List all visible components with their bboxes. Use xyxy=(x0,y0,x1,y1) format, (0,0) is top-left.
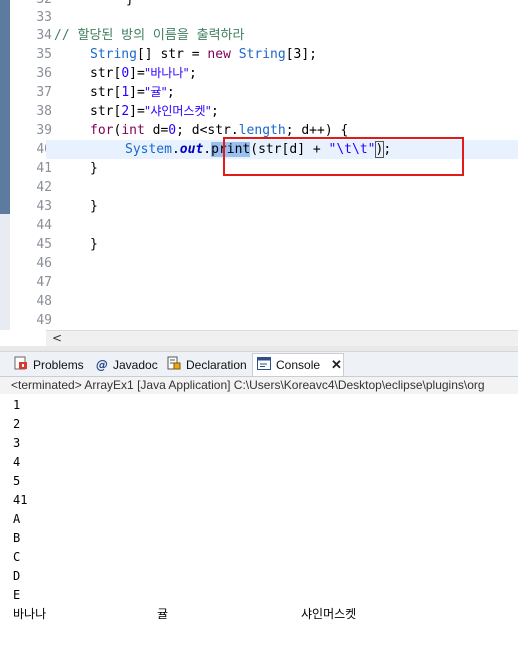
tab-label: Console xyxy=(276,358,321,372)
console-icon xyxy=(257,357,271,373)
line-number: 43 xyxy=(36,199,52,214)
console-line: C xyxy=(13,550,21,564)
console-description: <terminated> ArrayEx1 [Java Application]… xyxy=(0,377,518,394)
line-number: 38 xyxy=(36,104,52,119)
console-output[interactable]: 1 2 3 4 5 41 A B C D E 바나나 귤 샤인머스켓 xyxy=(0,396,518,659)
line-number: 33 xyxy=(36,10,52,25)
tab-javadoc[interactable]: @ Javadoc xyxy=(92,353,162,376)
ruler-band xyxy=(0,0,10,214)
code-line[interactable]: str[0]="바나나"; xyxy=(90,64,197,83)
console-line: D xyxy=(13,569,21,583)
code-line[interactable]: str[1]="귤"; xyxy=(90,83,175,102)
line-number: 35 xyxy=(36,47,52,62)
console-line: 5 xyxy=(13,474,21,488)
tab-label: Declaration xyxy=(186,357,247,372)
tab-label: Problems xyxy=(33,357,84,372)
console-line: 41 xyxy=(13,493,28,507)
line-number: 34 xyxy=(36,28,52,43)
line-number: 37 xyxy=(36,85,52,100)
horizontal-scrollbar[interactable]: < xyxy=(46,330,518,346)
tab-problems[interactable]: Problems xyxy=(10,353,88,376)
line-number: 48 xyxy=(36,294,52,309)
declaration-icon xyxy=(167,356,181,373)
code-line[interactable]: } xyxy=(126,0,134,9)
line-number: 41 xyxy=(36,161,52,176)
close-icon[interactable]: ✕ xyxy=(331,357,342,373)
annotation-highlight-box xyxy=(223,137,464,176)
line-number: 49 xyxy=(36,313,52,328)
console-line: A xyxy=(13,512,21,526)
overview-ruler xyxy=(0,0,10,330)
line-number: 46 xyxy=(36,256,52,271)
views-tab-bar: Problems @ Javadoc Declaration Console ✕ xyxy=(0,352,518,377)
console-line: E xyxy=(13,588,21,602)
tab-console[interactable]: Console ✕ xyxy=(252,353,344,376)
problems-icon xyxy=(14,356,28,373)
line-number: 36 xyxy=(36,66,52,81)
tab-label: Javadoc xyxy=(113,357,158,372)
console-line: 1 xyxy=(13,398,21,412)
line-number: 47 xyxy=(36,275,52,290)
line-number: 44 xyxy=(36,218,52,233)
code-line[interactable]: } xyxy=(90,197,98,216)
console-line: B xyxy=(13,531,21,545)
code-line[interactable]: str[2]="샤인머스켓"; xyxy=(90,102,219,121)
code-line[interactable]: } xyxy=(90,159,98,178)
line-number-gutter: 32 33 34 35 36 37 38 39 40 41 42 43 44 4… xyxy=(10,0,52,330)
console-line: 귤 xyxy=(157,607,169,621)
tab-declaration[interactable]: Declaration xyxy=(163,353,251,376)
line-number: 39 xyxy=(36,123,52,138)
javadoc-icon: @ xyxy=(96,357,108,372)
code-comment[interactable]: // 할당된 방의 이름을 출력하라 xyxy=(54,26,244,45)
console-line: 바나나 xyxy=(13,607,47,621)
code-line[interactable]: } xyxy=(90,235,98,254)
code-line[interactable]: String[] str = new String[3]; xyxy=(90,45,317,64)
code-editor[interactable]: 32 33 34 35 36 37 38 39 40 41 42 43 44 4… xyxy=(0,0,518,346)
console-line: 3 xyxy=(13,436,21,450)
console-line: 2 xyxy=(13,417,21,431)
console-line: 4 xyxy=(13,455,21,469)
scroll-left-icon[interactable]: < xyxy=(52,331,62,346)
line-number: 42 xyxy=(36,180,52,195)
line-number: 45 xyxy=(36,237,52,252)
console-line: 샤인머스켓 xyxy=(301,607,357,621)
